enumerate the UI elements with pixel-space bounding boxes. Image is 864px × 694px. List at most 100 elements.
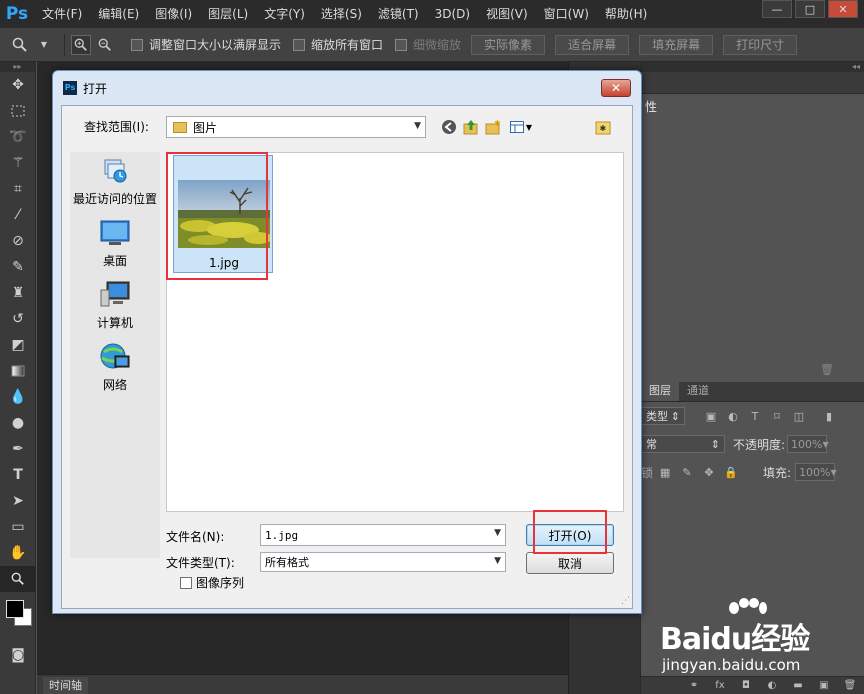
- tool-preset-dropdown-icon[interactable]: ▼: [34, 35, 54, 55]
- fill-label: 填充:: [763, 465, 792, 480]
- panel-collapse-strip[interactable]: ◂◂: [641, 62, 864, 72]
- crop-tool-icon[interactable]: ⌗: [0, 176, 36, 202]
- gradient-tool-icon[interactable]: [0, 358, 36, 384]
- place-desktop[interactable]: 桌面: [70, 218, 160, 269]
- trash-icon[interactable]: 🗑: [820, 363, 834, 376]
- back-icon[interactable]: [440, 118, 458, 136]
- favorite-folder-icon[interactable]: ✱: [594, 118, 612, 136]
- filter-toggle-icon[interactable]: ▮: [821, 408, 837, 424]
- close-app-button[interactable]: ✕: [828, 0, 858, 18]
- checkbox-box[interactable]: [131, 38, 143, 51]
- menu-edit[interactable]: 编辑(E): [90, 0, 147, 28]
- tab-layers[interactable]: 图层: [641, 381, 679, 401]
- file-type-field-label: 文件类型(T):: [166, 556, 235, 570]
- file-name-input[interactable]: 1.jpg ▼: [260, 524, 506, 546]
- hand-tool-icon[interactable]: ✋: [0, 540, 36, 566]
- eyedropper-tool-icon[interactable]: ⁄: [0, 202, 36, 228]
- menu-3d[interactable]: 3D(D): [427, 0, 478, 28]
- panel-collapse-strip[interactable]: ▸▸: [0, 62, 35, 72]
- history-brush-tool-icon[interactable]: ↺: [0, 306, 36, 332]
- magic-wand-tool-icon[interactable]: ⚚: [0, 150, 36, 176]
- marquee-tool-icon[interactable]: [0, 98, 36, 124]
- fill-value: 100%: [799, 465, 831, 479]
- opacity-input[interactable]: 100% ▼: [787, 435, 829, 453]
- pen-tool-icon[interactable]: ✒: [0, 436, 36, 462]
- menu-image[interactable]: 图像(I): [147, 0, 200, 28]
- fill-screen-button[interactable]: 填充屏幕: [639, 34, 714, 55]
- zoom-tool-icon[interactable]: [10, 35, 30, 55]
- filter-type-icon[interactable]: T: [747, 408, 763, 424]
- place-network[interactable]: 网络: [70, 342, 160, 393]
- zoom-tool-icon[interactable]: [0, 566, 36, 592]
- menu-window[interactable]: 窗口(W): [536, 0, 597, 28]
- maximize-button[interactable]: □: [795, 0, 825, 18]
- type-tool-icon[interactable]: T: [0, 462, 36, 488]
- lock-transparent-icon[interactable]: ▦: [657, 464, 673, 480]
- highlight-box-open: [533, 510, 607, 554]
- cancel-button[interactable]: 取消: [526, 552, 614, 574]
- dialog-close-button[interactable]: ✕: [601, 79, 631, 97]
- dialog-titlebar[interactable]: Ps 打开 ✕: [53, 71, 641, 105]
- eraser-tool-icon[interactable]: ◩: [0, 332, 36, 358]
- filter-smart-object-icon[interactable]: ◫: [791, 408, 807, 424]
- chevron-down-icon[interactable]: ▼: [494, 528, 501, 538]
- lock-all-icon[interactable]: 🔒: [723, 464, 739, 480]
- scrubby-zoom-checkbox[interactable]: 细微缩放: [395, 36, 461, 53]
- fill-input[interactable]: 100% ▼: [795, 463, 837, 481]
- resize-grip-icon[interactable]: ⋰: [621, 596, 630, 606]
- quick-mask-icon[interactable]: ◙: [0, 642, 36, 668]
- checkbox-box[interactable]: [395, 38, 408, 51]
- move-tool-icon[interactable]: ✥: [0, 72, 36, 98]
- layers-tabbar: 图层 通道: [641, 381, 864, 402]
- menu-type[interactable]: 文字(Y): [256, 0, 313, 28]
- chevron-down-icon[interactable]: ▼: [494, 556, 501, 566]
- zoom-in-icon[interactable]: [71, 34, 91, 55]
- healing-brush-tool-icon[interactable]: ⊘: [0, 228, 36, 254]
- menu-help[interactable]: 帮助(H): [597, 0, 655, 28]
- menu-layer[interactable]: 图层(L): [200, 0, 256, 28]
- blend-mode-select[interactable]: 常 ⇕: [641, 435, 725, 453]
- tab-channels[interactable]: 通道: [679, 381, 717, 401]
- blur-tool-icon[interactable]: 💧: [0, 384, 36, 410]
- zoom-out-icon[interactable]: [95, 35, 115, 55]
- path-selection-tool-icon[interactable]: ➤: [0, 488, 36, 514]
- look-in-select[interactable]: 图片 ▼: [166, 116, 426, 138]
- foreground-color-swatch[interactable]: [6, 600, 24, 618]
- clone-stamp-tool-icon[interactable]: ♜: [0, 280, 36, 306]
- place-recent[interactable]: 最近访问的位置: [70, 156, 160, 207]
- network-icon: [99, 342, 131, 372]
- timeline-tab[interactable]: 时间轴: [43, 677, 88, 694]
- menu-filter[interactable]: 滤镜(T): [370, 0, 427, 28]
- file-name-field-label: 文件名(N):: [166, 530, 225, 544]
- filter-adjustment-icon[interactable]: ◐: [725, 408, 741, 424]
- file-type-select[interactable]: 所有格式 ▼: [260, 552, 506, 572]
- filter-pixel-icon[interactable]: ▣: [703, 408, 719, 424]
- filter-shape-icon[interactable]: ⌑: [769, 408, 785, 424]
- new-folder-icon[interactable]: ✱: [484, 118, 502, 136]
- zoom-all-windows-checkbox[interactable]: 缩放所有窗口: [293, 36, 383, 53]
- resize-windows-checkbox[interactable]: 调整窗口大小以满屏显示: [131, 36, 281, 53]
- menu-select[interactable]: 选择(S): [313, 0, 370, 28]
- image-sequence-label: 图像序列: [196, 576, 245, 590]
- checkbox-box[interactable]: [180, 576, 192, 589]
- place-computer[interactable]: 计算机: [70, 280, 160, 331]
- lasso-tool-icon[interactable]: ➰: [0, 124, 36, 150]
- watermark-url: jingyan.baidu.com: [662, 656, 801, 674]
- lock-image-icon[interactable]: ✎: [679, 464, 695, 480]
- actual-pixels-button[interactable]: 实际像素: [471, 34, 546, 55]
- lock-position-icon[interactable]: ✥: [701, 464, 717, 480]
- menu-view[interactable]: 视图(V): [478, 0, 536, 28]
- up-one-level-icon[interactable]: [462, 118, 480, 136]
- rectangle-tool-icon[interactable]: ▭: [0, 514, 36, 540]
- fit-screen-button[interactable]: 适合屏幕: [555, 34, 630, 55]
- dodge-tool-icon[interactable]: ●: [0, 410, 36, 436]
- minimize-button[interactable]: —: [762, 0, 792, 18]
- view-menu-icon[interactable]: ▼: [508, 118, 534, 136]
- image-sequence-checkbox[interactable]: 图像序列: [180, 574, 244, 591]
- menu-file[interactable]: 文件(F): [34, 0, 90, 28]
- checkbox-box[interactable]: [293, 38, 306, 51]
- print-size-button[interactable]: 打印尺寸: [723, 34, 798, 55]
- brush-tool-icon[interactable]: ✎: [0, 254, 36, 280]
- lock-fill-row: 锁 ▦ ✎ ✥ 🔒 填充: 100% ▼: [641, 460, 864, 484]
- layer-kind-select[interactable]: 类型 ⇕: [641, 407, 685, 425]
